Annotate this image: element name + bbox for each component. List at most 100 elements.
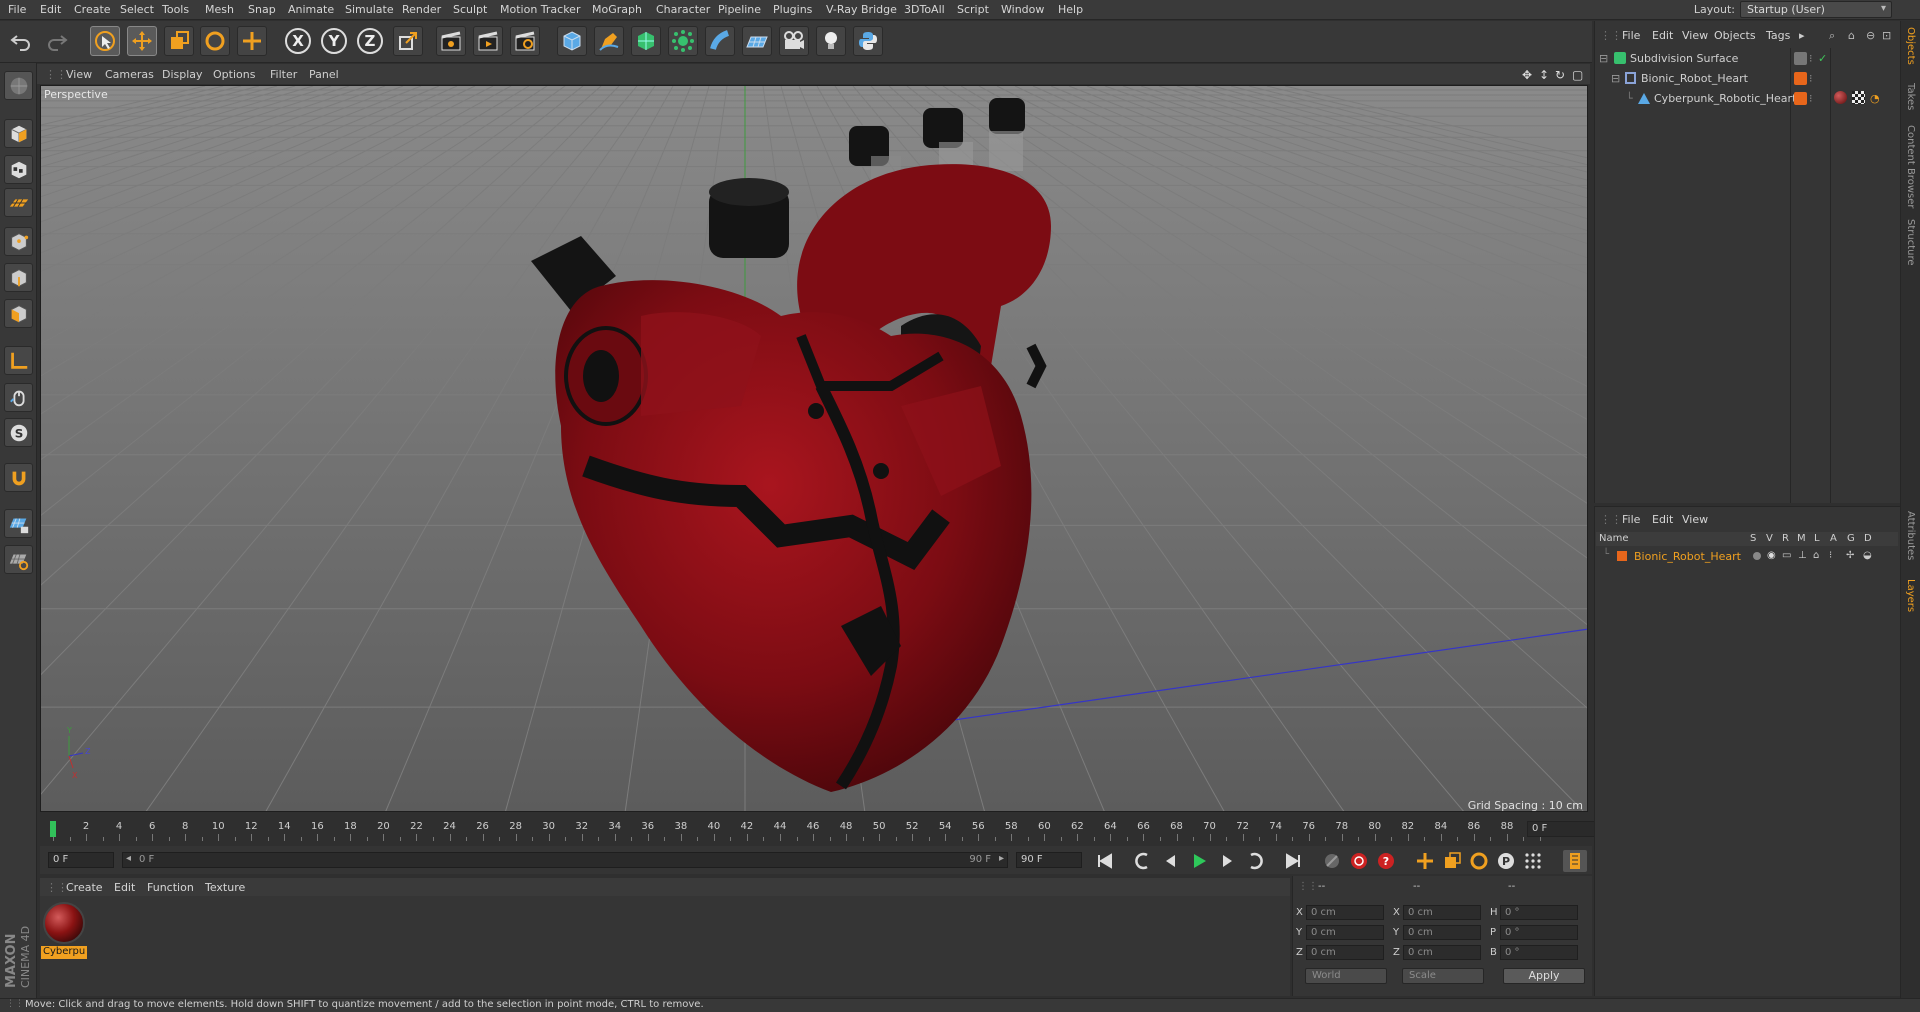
deformer-button[interactable]: [705, 26, 735, 56]
make-editable-button[interactable]: [4, 71, 33, 100]
x-axis-lock-button[interactable]: X: [283, 26, 313, 56]
layout-select[interactable]: Startup (User): [1740, 1, 1892, 18]
range-left-arrow-icon[interactable]: ◂: [126, 853, 131, 864]
object-row-bionic-robot-heart[interactable]: ⊟ Bionic_Robot_Heart ⁝: [1596, 70, 1898, 87]
layer-animation-icon[interactable]: ⁝: [1829, 550, 1832, 561]
layer-menu-edit[interactable]: Edit: [1652, 513, 1673, 526]
menu-window[interactable]: Window: [1001, 3, 1044, 16]
axis-mode-button[interactable]: [4, 346, 33, 375]
layer-col-deformers[interactable]: D: [1864, 533, 1872, 544]
next-key-button[interactable]: [1243, 850, 1267, 872]
undo-button[interactable]: [6, 26, 36, 56]
tab-attributes[interactable]: Attributes: [1905, 511, 1916, 560]
object-new-window-icon[interactable]: ⊡: [1882, 29, 1891, 42]
model-mode-button[interactable]: [4, 119, 33, 148]
layer-col-solo[interactable]: S: [1750, 533, 1756, 544]
magnet-button[interactable]: [4, 463, 33, 492]
menu-mograph[interactable]: MoGraph: [592, 3, 642, 16]
floor-button[interactable]: [742, 26, 772, 56]
material-menu-texture[interactable]: Texture: [205, 881, 245, 894]
coordinate-space-select[interactable]: World: [1305, 968, 1387, 984]
layer-render-icon[interactable]: ▭: [1782, 550, 1791, 561]
layer-menu-view[interactable]: View: [1682, 513, 1708, 526]
layer-col-locked[interactable]: L: [1814, 533, 1820, 544]
render-picture-viewer-button[interactable]: [473, 26, 503, 56]
tree-collapse-icon[interactable]: ⊟: [1599, 52, 1608, 65]
coord-size-y-field[interactable]: 0 cm: [1403, 925, 1481, 940]
object-name[interactable]: Bionic_Robot_Heart: [1641, 72, 1748, 85]
key-position-button[interactable]: [1413, 850, 1437, 872]
visibility-dots-icon[interactable]: ⁝: [1809, 92, 1813, 105]
scale-tool-button[interactable]: [164, 26, 194, 56]
tab-content-browser[interactable]: Content Browser: [1905, 125, 1916, 208]
layer-swatch[interactable]: [1794, 52, 1807, 65]
material-preview-swatch[interactable]: [43, 902, 85, 944]
layer-col-manager[interactable]: M: [1797, 533, 1806, 544]
object-filter-icon[interactable]: ⊖: [1866, 29, 1875, 42]
key-scale-button[interactable]: [1440, 850, 1464, 872]
material-name-label[interactable]: Cyberpu: [41, 946, 87, 959]
snap-button[interactable]: S: [4, 418, 33, 447]
object-name[interactable]: Subdivision Surface: [1630, 52, 1738, 65]
menu-3dtoall[interactable]: 3DToAll: [904, 3, 945, 16]
layer-color-swatch[interactable]: [1794, 72, 1807, 85]
coord-rot-h-field[interactable]: 0 °: [1500, 905, 1578, 920]
layer-col-name[interactable]: Name: [1599, 533, 1629, 544]
layer-color-swatch[interactable]: [1794, 92, 1807, 105]
rotate-tool-button[interactable]: [200, 26, 230, 56]
z-axis-lock-button[interactable]: Z: [355, 26, 385, 56]
menu-motion-tracker[interactable]: Motion Tracker: [500, 3, 580, 16]
tab-takes[interactable]: Takes: [1905, 83, 1916, 110]
layer-row[interactable]: └ Bionic_Robot_Heart ◉ ▭ ⊥ ⌂ ⁝ ✢ ◒: [1596, 548, 1898, 564]
viewport-maximize-icon[interactable]: ▢: [1572, 68, 1583, 82]
coord-rot-b-field[interactable]: 0 °: [1500, 945, 1578, 960]
layer-deformer-icon[interactable]: ◒: [1863, 550, 1872, 561]
coord-pos-z-field[interactable]: 0 cm: [1306, 945, 1384, 960]
menu-create[interactable]: Create: [74, 3, 111, 16]
record-active-button[interactable]: [1347, 850, 1371, 872]
move-tool-button[interactable]: [127, 26, 157, 56]
enabled-check-icon[interactable]: ✓: [1818, 52, 1827, 65]
menu-snap[interactable]: Snap: [248, 3, 276, 16]
end-frame-field[interactable]: 90 F: [1016, 852, 1082, 868]
object-name[interactable]: Cyberpunk_Robotic_Heart: [1654, 92, 1796, 105]
texture-tag-icon[interactable]: [1852, 91, 1865, 104]
timeline-window-button[interactable]: [1563, 850, 1587, 872]
timeline-ruler[interactable]: 0246810121416182022242628303234363840424…: [40, 815, 1588, 845]
menu-plugins[interactable]: Plugins: [773, 3, 812, 16]
menu-file[interactable]: File: [8, 3, 26, 16]
y-axis-lock-button[interactable]: Y: [319, 26, 349, 56]
redo-button[interactable]: [42, 26, 72, 56]
object-menu-view[interactable]: View: [1682, 29, 1708, 42]
previous-frame-button[interactable]: [1159, 850, 1183, 872]
layer-lock-icon[interactable]: ⌂: [1813, 550, 1819, 561]
coord-size-x-field[interactable]: 0 cm: [1403, 905, 1481, 920]
timeline-playhead[interactable]: [50, 821, 56, 837]
tree-collapse-icon[interactable]: ⊟: [1611, 72, 1620, 85]
viewport-menu-view[interactable]: View: [66, 68, 92, 81]
live-selection-button[interactable]: [90, 26, 120, 56]
key-parameter-button[interactable]: P: [1494, 850, 1518, 872]
range-right-arrow-icon[interactable]: ▸: [999, 853, 1004, 864]
menu-help[interactable]: Help: [1058, 3, 1083, 16]
layer-menu-file[interactable]: File: [1622, 513, 1640, 526]
material-menu-edit[interactable]: Edit: [114, 881, 135, 894]
viewport-menu-filter[interactable]: Filter: [270, 68, 297, 81]
material-menu-create[interactable]: Create: [66, 881, 103, 894]
coord-pos-y-field[interactable]: 0 cm: [1306, 925, 1384, 940]
object-menu-tags[interactable]: Tags: [1766, 29, 1790, 42]
tweak-mode-button[interactable]: [4, 383, 33, 412]
autokey-button[interactable]: ?: [1374, 850, 1398, 872]
layer-color-swatch[interactable]: [1617, 551, 1627, 561]
key-rotation-button[interactable]: [1467, 850, 1491, 872]
menu-tools[interactable]: Tools: [162, 3, 189, 16]
go-to-end-button[interactable]: [1281, 850, 1305, 872]
menu-mesh[interactable]: Mesh: [205, 3, 234, 16]
light-button[interactable]: [816, 26, 846, 56]
coord-rot-p-field[interactable]: 0 °: [1500, 925, 1578, 940]
phong-tag-icon[interactable]: ◔: [1870, 92, 1880, 105]
next-frame-button[interactable]: [1215, 850, 1239, 872]
transform-tool-button[interactable]: [237, 26, 267, 56]
perspective-viewport[interactable]: Y Z X: [40, 85, 1588, 812]
viewport-pan-icon[interactable]: ✥: [1522, 68, 1532, 82]
